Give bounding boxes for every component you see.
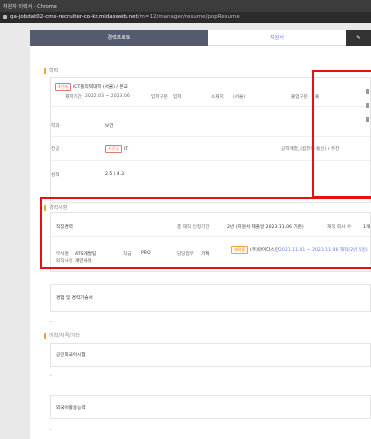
school-name: ICT폴리텍대학 (서울) / 본교 (72, 85, 128, 90)
major-label: 학과 (51, 124, 60, 129)
experience-value: - (50, 320, 52, 325)
official-test-box: 공인외국어시험 (50, 343, 371, 367)
foreign-lang-value: - (50, 428, 52, 433)
school-type-badge: 4년제 (55, 83, 71, 91)
track-row: 주전공 IT (105, 145, 128, 153)
location-value: (서울) (233, 95, 246, 100)
foreign-lang-box: 외국어활용능력 (50, 395, 371, 419)
experience-box: 경험 및 경력기술서 (50, 284, 371, 312)
highlight-box (312, 70, 371, 198)
gpa-value: 2.5 / 4.3 (105, 172, 125, 177)
period-value: 2022.03 ~ 2023.06 (85, 94, 130, 99)
major-value: 보건 (105, 124, 114, 129)
education-section-title: 학력 (44, 67, 58, 74)
gpa-label: 성적 (51, 173, 60, 178)
track-badge: 주전공 (105, 145, 123, 153)
resume-tabs: 경력프로토 자원서 ✎ (0, 30, 371, 46)
lock-icon (3, 14, 7, 19)
period-label: 재학기간 (65, 95, 82, 100)
track-label: 전공 (51, 147, 60, 152)
url-host: qa-jobdat02-cms-recruiter-co-kr.midasweb… (10, 14, 138, 20)
highlight-box (40, 197, 371, 269)
entry-value: 입학 (173, 95, 182, 100)
grad-label: 졸업구분 (291, 95, 308, 100)
url-path: /m=12/manager/resume/popResume (137, 14, 240, 20)
entry-label: 입학구분 (151, 95, 168, 100)
foreign-lang-label: 외국어활용능력 (56, 406, 86, 411)
track-value: IT (124, 147, 129, 152)
experience-header-label: 경험 및 경력기술서 (56, 296, 93, 301)
tab-application[interactable]: 자원서 (208, 30, 346, 46)
address-bar[interactable]: qa-jobdat02-cms-recruiter-co-kr.midasweb… (0, 12, 371, 23)
location-label: 소재지 (211, 95, 224, 100)
school-row: 4년제 ICT폴리텍대학 (서울) / 본교 (55, 83, 128, 91)
certs-section-title: 어학/자격/기타 (44, 332, 80, 339)
official-test-label: 공인외국어시험 (56, 353, 86, 358)
edit-icon[interactable]: ✎ (346, 30, 371, 46)
section-marker (44, 67, 46, 74)
section-marker (44, 332, 46, 339)
tab-resume[interactable]: 경력프로토 (30, 30, 208, 46)
window-title: 자원자 이력서 - Chrome (0, 0, 371, 12)
official-test-value: - (50, 374, 52, 379)
